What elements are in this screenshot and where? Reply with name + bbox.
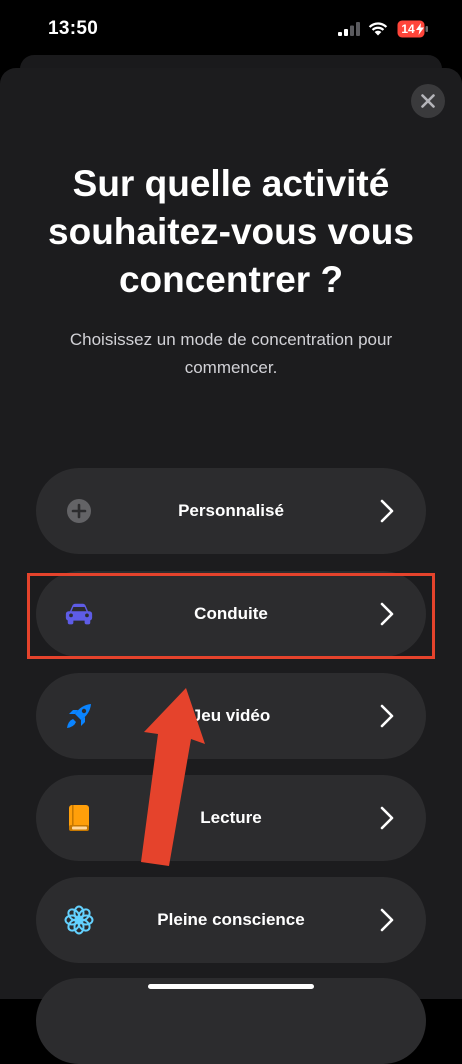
- book-icon: [64, 804, 94, 832]
- mode-item-personnalise[interactable]: Personnalisé: [36, 468, 426, 554]
- status-bar: 13:50 14: [0, 0, 462, 60]
- flower-icon: [64, 905, 94, 935]
- mode-label: Lecture: [200, 808, 262, 827]
- mode-item-lecture[interactable]: Lecture: [36, 775, 426, 861]
- rocket-icon: [64, 702, 94, 730]
- battery-indicator: 14: [397, 20, 429, 38]
- close-icon: [421, 94, 435, 108]
- charging-bolt-icon: [416, 23, 424, 35]
- plus-circle-icon: [64, 497, 94, 525]
- cellular-signal-icon: [338, 22, 360, 36]
- mode-item-jeu-video[interactable]: Jeu vidéo: [36, 673, 426, 759]
- chevron-right-icon: [380, 806, 394, 830]
- close-button[interactable]: [411, 84, 445, 118]
- mode-label: Personnalisé: [178, 501, 284, 520]
- mode-item-pleine-conscience[interactable]: Pleine conscience: [36, 877, 426, 963]
- chevron-right-icon: [380, 704, 394, 728]
- status-time: 13:50: [48, 18, 99, 39]
- highlight-box: [27, 573, 435, 659]
- battery-level: 14: [401, 22, 415, 36]
- mode-item-next[interactable]: [36, 978, 426, 1064]
- page-title: Sur quelle activité souhaitez-vous vous …: [48, 163, 414, 300]
- home-indicator: [148, 984, 314, 989]
- mode-label: Jeu vidéo: [191, 706, 271, 725]
- wifi-icon: [368, 22, 388, 36]
- chevron-right-icon: [380, 499, 394, 523]
- mode-label: Pleine conscience: [157, 910, 305, 929]
- page-subtitle: Choisissez un mode de concentration pour…: [69, 330, 393, 377]
- chevron-right-icon: [380, 908, 394, 932]
